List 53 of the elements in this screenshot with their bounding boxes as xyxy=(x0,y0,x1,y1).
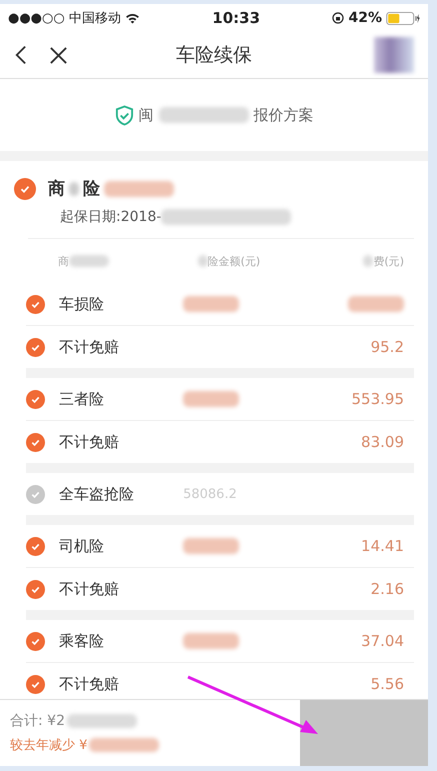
coverage-name: 乘客险 xyxy=(59,632,104,650)
column-header: 商 xyxy=(58,254,69,268)
rotation-lock-icon xyxy=(332,12,344,24)
checkbox[interactable] xyxy=(26,536,45,556)
checkbox[interactable] xyxy=(26,338,45,356)
blurred-text xyxy=(66,714,137,728)
coverage-name: 司机险 xyxy=(59,536,104,556)
premium-amount: 2.16 xyxy=(370,580,404,598)
blurred-text xyxy=(363,255,374,267)
blurred-text xyxy=(89,738,160,752)
checkbox[interactable] xyxy=(26,484,45,504)
checkbox[interactable] xyxy=(26,294,45,314)
coverage-name: 三者险 xyxy=(59,390,104,408)
checkbox[interactable] xyxy=(26,674,45,694)
coverage-name: 车损险 xyxy=(59,294,104,314)
page-title: 车险续保 xyxy=(175,43,253,68)
premium-amount: 5.56 xyxy=(370,675,404,693)
blurred-text xyxy=(104,180,174,196)
blurred-text xyxy=(69,182,79,196)
premium-amount: 14.41 xyxy=(361,537,404,555)
premium-amount: 83.09 xyxy=(361,433,404,451)
battery-icon xyxy=(386,12,420,24)
total-price: 合计: ¥2 xyxy=(10,712,65,730)
clock-time: 10:33 xyxy=(212,9,260,27)
saving-amount: 较去年减少 ¥ xyxy=(10,737,88,754)
blurred-text xyxy=(198,255,208,267)
premium-amount: 37.04 xyxy=(361,632,404,650)
coverage-name: 不计免赔 xyxy=(59,432,119,452)
coverage-name: 不计免赔 xyxy=(59,338,119,356)
start-date: 起保日期:2018- xyxy=(60,208,162,226)
checkbox[interactable] xyxy=(26,390,45,408)
premium-amount: 553.95 xyxy=(352,390,404,408)
checkbox[interactable] xyxy=(26,632,45,650)
premium-amount: 95.2 xyxy=(370,338,404,356)
checkbox[interactable] xyxy=(14,178,36,200)
blurred-text xyxy=(69,255,109,267)
shield-check-icon xyxy=(114,104,134,126)
back-icon[interactable] xyxy=(14,44,27,66)
coverage-name: 不计免赔 xyxy=(59,674,119,694)
battery-percent: 42% xyxy=(348,10,382,26)
banner-text: 闽 xyxy=(138,106,154,124)
coverage-name: 全车盗抢险 xyxy=(59,484,134,504)
section-title: 商 xyxy=(48,178,65,200)
checkbox[interactable] xyxy=(26,432,45,452)
banner-text: 报价方案 xyxy=(254,106,314,124)
coverage-name: 不计免赔 xyxy=(59,580,119,598)
column-header: 费(元) xyxy=(373,254,404,268)
checkbox[interactable] xyxy=(26,580,45,598)
section-title: 险 xyxy=(83,178,100,200)
close-icon[interactable] xyxy=(49,46,68,64)
carrier-label: ●●●○○ 中国移动 xyxy=(8,10,121,27)
wifi-icon xyxy=(124,12,140,24)
column-header: 险金额(元) xyxy=(208,254,260,268)
